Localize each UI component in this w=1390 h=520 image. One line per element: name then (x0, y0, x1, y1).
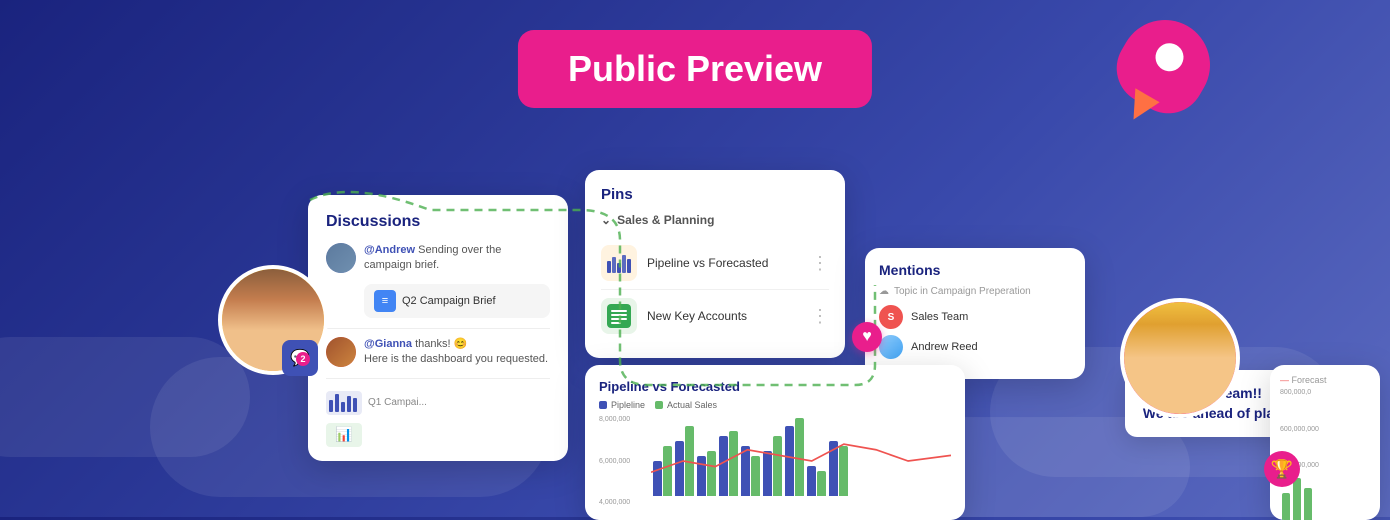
mention-name-1: Sales Team (911, 311, 968, 323)
right-y-label-1: 800,000,0 (1280, 389, 1370, 396)
mention-item-2[interactable]: Andrew Reed (879, 335, 1071, 359)
pin-item-1[interactable]: Pipeline vs Forecasted ⋮ (601, 237, 829, 290)
discussion-item-1: @Andrew Sending over the campaign brief. (326, 243, 550, 274)
pin-sheet-icon (601, 298, 637, 334)
y-label-1: 8,000,000 (599, 416, 647, 423)
mini-chart-row-2: 📊 (326, 419, 550, 451)
chevron-down-icon: ⌄ (601, 213, 611, 227)
rocket-decoration (1120, 20, 1210, 110)
mention-avatar-reed (879, 335, 903, 359)
bar-group-8 (807, 466, 826, 496)
doc-icon: ≡ (374, 290, 396, 312)
pins-title: Pins (601, 186, 829, 203)
bar-group-5 (741, 446, 760, 496)
mention-topic: ☁ Topic in Campaign Preperation (879, 286, 1071, 297)
avatar-andrew (326, 243, 356, 273)
right-y-label-2: 600,000,000 (1280, 426, 1370, 433)
mini-chart-thumb-1 (326, 391, 362, 415)
pipeline-card: Pipeline vs Forecasted Pipleline Actual … (585, 365, 965, 520)
right-bar-1 (1282, 493, 1290, 520)
forecast-legend-label: — Forecast (1280, 375, 1370, 385)
heart-icon[interactable]: ♥ (852, 322, 882, 352)
pin-item-2[interactable]: New Key Accounts ⋮ (601, 290, 829, 342)
pin-name-2: New Key Accounts (647, 309, 801, 323)
mini-chart-row-1: Q1 Campai... (326, 387, 550, 419)
pin-menu-2[interactable]: ⋮ (811, 306, 829, 327)
right-bar-2 (1293, 478, 1301, 520)
legend-label-actual: Actual Sales (667, 400, 717, 410)
pipeline-title: Pipeline vs Forecasted (599, 379, 951, 394)
pins-card: Pins ⌄ Sales & Planning Pipeline vs Fore… (585, 170, 845, 358)
chart-area: 8,000,000 6,000,000 4,000,000 (599, 416, 951, 506)
pin-name-1: Pipeline vs Forecasted (647, 256, 801, 270)
discussions-title: Discussions (326, 213, 550, 231)
notification-count: 2 (296, 352, 310, 366)
mention-gianna: @Gianna (364, 338, 412, 350)
mention-name-2: Andrew Reed (911, 341, 978, 353)
divider (326, 328, 550, 329)
bar-group-9 (829, 441, 848, 496)
bar-group-6 (763, 436, 782, 496)
pin-menu-1[interactable]: ⋮ (811, 253, 829, 274)
public-preview-badge: Public Preview (518, 30, 872, 108)
pipeline-legend: Pipleline Actual Sales (599, 400, 951, 410)
mini-chart-label-1: Q1 Campai... (368, 397, 427, 408)
avatar-blonde-large (1120, 298, 1240, 418)
discussions-card: Discussions @Andrew Sending over the cam… (308, 195, 568, 461)
discussion-text-2: @Gianna thanks! 😊Here is the dashboard y… (364, 337, 548, 368)
legend-label-pipeline: Pipleline (611, 400, 645, 410)
preview-badge-text: Public Preview (568, 48, 822, 89)
bar-group-1 (653, 446, 672, 496)
legend-pipeline: Pipleline (599, 400, 645, 410)
avatar-gianna (326, 337, 356, 367)
bar-group-2 (675, 426, 694, 496)
pin-chart-icon (601, 245, 637, 281)
trophy-icon: 🏆 (1264, 451, 1300, 487)
mention-avatar-sales: S (879, 305, 903, 329)
bar-group-3 (697, 451, 716, 496)
bar-group-7 (785, 418, 804, 496)
legend-actual: Actual Sales (655, 400, 717, 410)
legend-dot-actual (655, 401, 663, 409)
divider-2 (326, 378, 550, 379)
pins-section-label: Sales & Planning (617, 213, 714, 227)
cloud-icon: ☁ (879, 286, 889, 297)
y-label-2: 6,000,000 (599, 458, 647, 465)
pins-section-header: ⌄ Sales & Planning (601, 213, 829, 227)
document-attachment[interactable]: ≡ Q2 Campaign Brief (364, 284, 550, 318)
doc-label: Q2 Campaign Brief (402, 295, 496, 307)
discussion-item-2: @Gianna thanks! 😊Here is the dashboard y… (326, 337, 550, 368)
mention-item-1[interactable]: S Sales Team (879, 305, 1071, 329)
bar-group-4 (719, 431, 738, 496)
mentions-title: Mentions (879, 262, 1071, 278)
right-pipeline-card: — Forecast 800,000,0 600,000,000 400,000… (1270, 365, 1380, 520)
mention-andrew: @Andrew (364, 244, 415, 256)
discussion-text-1: @Andrew Sending over the campaign brief. (364, 243, 550, 274)
mentions-card: Mentions ☁ Topic in Campaign Preperation… (865, 248, 1085, 379)
right-bar-3 (1304, 488, 1312, 520)
y-label-3: 4,000,000 (599, 499, 647, 506)
legend-dot-pipeline (599, 401, 607, 409)
